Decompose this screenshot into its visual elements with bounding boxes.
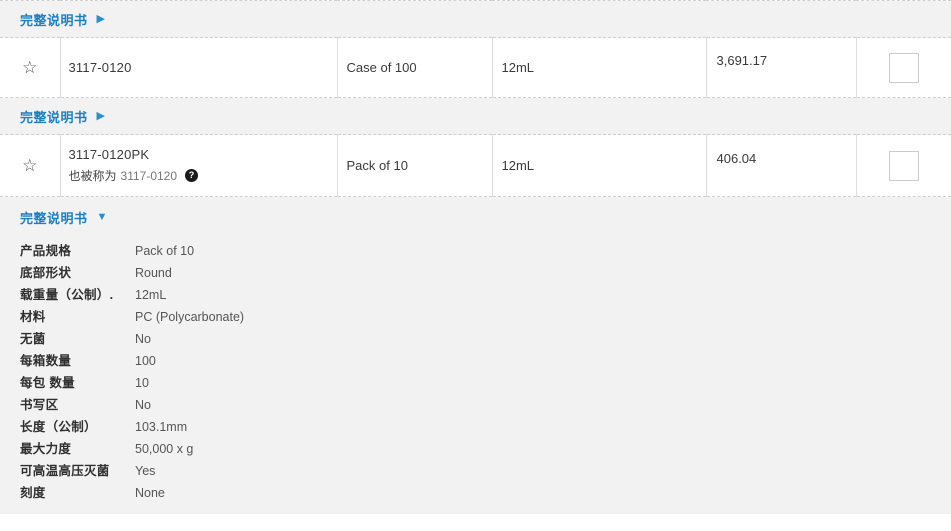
spec-strip-row-top: 完整说明书 ▶	[0, 0, 951, 38]
spec-row: 底部形状 Round	[20, 262, 951, 284]
spec-label: 书写区	[20, 398, 59, 412]
full-specifications-link-expanded[interactable]: 完整说明书	[20, 208, 88, 227]
spec-row: 无菌 No	[20, 328, 951, 350]
spec-panel-row: 完整说明书 ▼ 产品规格 Pack of 10 底部形状 Round 载重量（公制）. 1…	[0, 196, 951, 514]
spec-row: 长度（公制） 103.1mm	[20, 416, 951, 438]
triangle-right-icon[interactable]: ▶	[97, 110, 105, 122]
price-cell: 406.04	[706, 134, 857, 197]
spec-value: No	[135, 398, 151, 412]
table-row: ☆ 3117-0120 Case of 100 12mL 3,691.17	[0, 37, 951, 98]
select-checkbox[interactable]	[888, 150, 919, 181]
spec-value: 50,000 x g	[135, 442, 194, 456]
volume-cell: 12mL	[492, 37, 707, 98]
spec-label: 产品规格	[20, 244, 72, 258]
spec-row: 材料 PC (Polycarbonate)	[20, 306, 951, 328]
triangle-down-icon[interactable]: ▼	[97, 212, 108, 223]
spec-row: 产品规格 Pack of 10	[20, 240, 951, 262]
spec-value: 12mL	[135, 288, 167, 302]
sku-alias: 也被称为 3117-0120 ?	[69, 167, 337, 184]
spec-value: PC (Polycarbonate)	[135, 310, 245, 324]
triangle-right-icon[interactable]: ▶	[97, 13, 105, 25]
spec-value: None	[135, 486, 165, 500]
spec-value: Round	[135, 266, 172, 280]
pack-size-value: Case of 100	[346, 60, 417, 75]
spec-row: 每箱数量 100	[20, 350, 951, 372]
pack-size-value: Pack of 10	[346, 158, 408, 173]
spec-label: 长度（公制）	[20, 420, 97, 434]
select-cell	[856, 37, 951, 98]
sku-cell: 3117-0120	[60, 37, 338, 98]
spec-row: 最大力度 50,000 x g	[20, 438, 951, 460]
product-listing-table: 完整说明书 ▶ ☆ 3117-0120 Case of 100 12mL 3,6…	[0, 0, 951, 514]
spec-row: 每包 数量 10	[20, 372, 951, 394]
spec-label: 刻度	[20, 486, 46, 500]
spec-value: 100	[135, 354, 156, 368]
price-value: 406.04	[716, 151, 757, 166]
pack-size-cell: Case of 100	[337, 37, 493, 98]
select-cell	[856, 134, 951, 197]
pack-size-cell: Pack of 10	[337, 134, 493, 197]
spec-row: 刻度 None	[20, 482, 951, 504]
spec-label: 底部形状	[20, 266, 72, 280]
sku-alias-value: 3117-0120	[120, 168, 178, 183]
spec-value: 103.1mm	[135, 420, 188, 434]
spec-row: 可高温高压灭菌 Yes	[20, 460, 951, 482]
spec-label: 每箱数量	[20, 354, 72, 368]
full-specifications-link-middle[interactable]: 完整说明书	[20, 107, 88, 126]
volume-value: 12mL	[501, 158, 535, 173]
spec-strip-cell-top: 完整说明书 ▶	[0, 0, 951, 38]
help-circle-icon[interactable]: ?	[185, 169, 199, 182]
select-checkbox[interactable]	[888, 52, 919, 83]
sku-code: 3117-0120PK	[68, 147, 150, 162]
volume-cell: 12mL	[492, 134, 707, 197]
spec-label: 材料	[20, 310, 46, 324]
spec-strip-row-middle: 完整说明书 ▶	[0, 97, 951, 135]
favorite-cell: ☆	[0, 134, 61, 197]
full-specifications-link-top[interactable]: 完整说明书	[20, 10, 88, 29]
sku-code: 3117-0120	[68, 60, 132, 75]
table-row: ☆ 3117-0120PK 也被称为 3117-0120 ? Pack of 1…	[0, 134, 951, 197]
spec-row: 书写区 No	[20, 394, 951, 416]
spec-label: 每包 数量	[20, 376, 75, 390]
specifications-list: 产品规格 Pack of 10 底部形状 Round 载重量（公制）. 12mL 材料 PC …	[0, 233, 951, 504]
spec-value: Yes	[135, 464, 156, 478]
spec-label: 最大力度	[20, 442, 72, 456]
spec-panel-cell: 完整说明书 ▼ 产品规格 Pack of 10 底部形状 Round 载重量（公制）. 1…	[0, 196, 951, 514]
price-cell: 3,691.17	[706, 37, 857, 98]
spec-label: 载重量（公制）.	[20, 288, 114, 302]
spec-value: No	[135, 332, 151, 346]
spec-label: 无菌	[20, 332, 46, 346]
volume-value: 12mL	[501, 60, 535, 75]
spec-row: 载重量（公制）. 12mL	[20, 284, 951, 306]
spec-value: 10	[135, 376, 149, 390]
spec-label: 可高温高压灭菌	[20, 464, 110, 478]
star-icon[interactable]: ☆	[22, 59, 37, 76]
favorite-cell: ☆	[0, 37, 61, 98]
star-icon[interactable]: ☆	[22, 157, 37, 174]
spec-strip-cell-middle: 完整说明书 ▶	[0, 97, 951, 135]
price-value: 3,691.17	[716, 53, 768, 68]
sku-cell: 3117-0120PK 也被称为 3117-0120 ?	[60, 134, 338, 197]
spec-value: Pack of 10	[135, 244, 195, 258]
sku-alias-prefix: 也被称为	[68, 169, 117, 183]
